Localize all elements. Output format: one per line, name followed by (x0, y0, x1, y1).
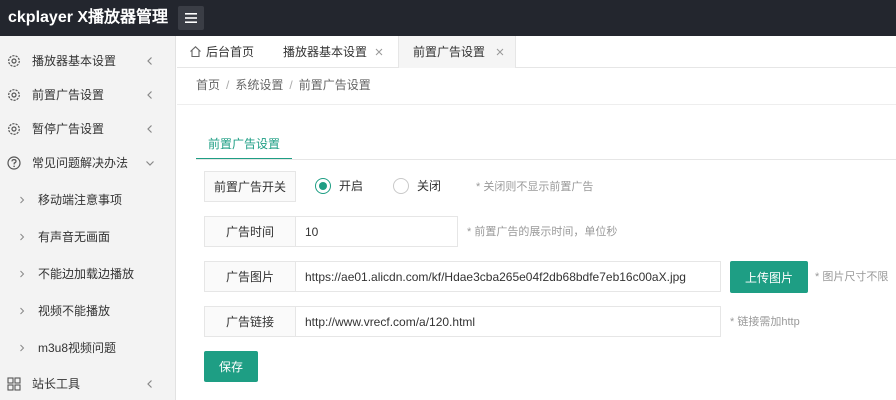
divider (177, 104, 896, 105)
chevron-right-icon (20, 307, 25, 315)
tab-label: 后台首页 (206, 45, 255, 59)
sidebar-item-label: 暂停广告设置 (32, 122, 105, 136)
ad-time-label: 广告时间 (204, 216, 296, 247)
radio-off[interactable]: 关闭 (393, 177, 443, 195)
sidebar-subitem-progressive-play[interactable]: 不能边加载边播放 (0, 257, 176, 291)
gear-icon (8, 123, 20, 135)
sidebar-subitem-mobile-notes[interactable]: 移动端注意事项 (0, 183, 176, 217)
sidebar-subitem-video-cannot-play[interactable]: 视频不能播放 (0, 294, 176, 328)
chevron-left-icon (147, 57, 152, 65)
tab-bar: 后台首页 播放器基本设置 前置广告设置 (177, 36, 896, 68)
sidebar-item-label: m3u8视频问题 (38, 341, 117, 355)
sidebar-item-label: 站长工具 (32, 377, 81, 391)
sidebar-item-faq[interactable]: 常见问题解决办法 (0, 146, 176, 180)
chevron-right-icon (20, 196, 25, 204)
chevron-right-icon (20, 233, 25, 241)
ad-link-input[interactable] (296, 306, 721, 337)
grid-icon (7, 377, 21, 391)
radio-off-label: 关闭 (417, 179, 442, 193)
tab-preroll-ad[interactable]: 前置广告设置 (398, 36, 516, 68)
sidebar-item-label: 移动端注意事项 (38, 193, 123, 207)
ad-image-label: 广告图片 (204, 261, 296, 292)
top-bar: ckplayer X播放器管理 (0, 0, 896, 36)
question-icon (7, 156, 21, 170)
hamburger-icon (185, 13, 197, 23)
sidebar-item-pause-ad[interactable]: 暂停广告设置 (0, 112, 176, 146)
sidebar-item-label: 常见问题解决办法 (32, 156, 129, 170)
chevron-down-icon (146, 161, 154, 166)
sidebar-item-label: 不能边加载边播放 (38, 267, 135, 281)
save-button[interactable]: 保存 (204, 351, 258, 382)
breadcrumb-current: 前置广告设置 (298, 78, 371, 92)
radio-on-circle (315, 178, 331, 194)
breadcrumb-system-settings[interactable]: 系统设置 (235, 78, 283, 92)
chevron-right-icon (20, 270, 25, 278)
ad-time-input[interactable] (296, 216, 458, 247)
tab-label: 播放器基本设置 (283, 45, 368, 59)
chevron-left-icon (147, 91, 152, 99)
sidebar-item-player-settings[interactable]: 播放器基本设置 (0, 44, 176, 78)
chevron-left-icon (147, 125, 152, 133)
ad-image-hint: * 图片尺寸不限 (815, 271, 889, 283)
ad-switch-label: 前置广告开关 (204, 171, 296, 202)
ad-image-url-input[interactable] (296, 261, 721, 292)
ad-link-hint: * 链接需加http (730, 316, 800, 328)
chevron-right-icon (20, 344, 25, 352)
radio-on[interactable]: 开启 (315, 177, 365, 195)
form-tab-preroll-ad[interactable]: 前置广告设置 (196, 133, 292, 160)
close-icon[interactable] (375, 48, 383, 56)
app-title: ckplayer X播放器管理 (8, 9, 169, 26)
breadcrumb-separator: / (289, 78, 293, 92)
sidebar-subitem-audio-no-video[interactable]: 有声音无画面 (0, 220, 176, 254)
breadcrumb-home[interactable]: 首页 (196, 78, 220, 92)
ad-link-label: 广告链接 (204, 306, 296, 337)
gear-icon (8, 55, 20, 67)
breadcrumb: 首页 / 系统设置 / 前置广告设置 (196, 77, 371, 93)
home-icon (190, 46, 201, 58)
sidebar-item-webmaster-tools[interactable]: 站长工具 (0, 367, 176, 400)
sidebar-item-preroll-ad[interactable]: 前置广告设置 (0, 78, 176, 112)
sidebar-item-label: 前置广告设置 (32, 88, 105, 102)
tab-home[interactable]: 后台首页 (189, 36, 279, 68)
close-icon[interactable] (496, 48, 504, 56)
menu-toggle-button[interactable] (178, 6, 204, 30)
gear-icon (8, 89, 20, 101)
sidebar-item-label: 播放器基本设置 (32, 54, 117, 68)
breadcrumb-separator: / (226, 78, 230, 92)
sidebar-subitem-m3u8[interactable]: m3u8视频问题 (0, 331, 176, 365)
upload-image-button[interactable]: 上传图片 (730, 261, 808, 293)
chevron-left-icon (147, 380, 152, 388)
sidebar-item-label: 有声音无画面 (38, 230, 111, 244)
tab-player-settings[interactable]: 播放器基本设置 (283, 36, 393, 68)
ad-switch-hint: * 关闭则不显示前置广告 (476, 181, 594, 193)
radio-on-label: 开启 (339, 179, 364, 193)
radio-off-circle (393, 178, 409, 194)
sidebar-item-label: 视频不能播放 (38, 304, 111, 318)
ad-time-hint: * 前置广告的展示时间，单位秒 (467, 226, 618, 238)
tab-label: 前置广告设置 (413, 45, 486, 59)
form-tab-underline (196, 159, 896, 160)
sidebar: 播放器基本设置 前置广告设置 暂停广告设置 常见问题解决办法 移动端注意事项 有… (0, 36, 176, 400)
